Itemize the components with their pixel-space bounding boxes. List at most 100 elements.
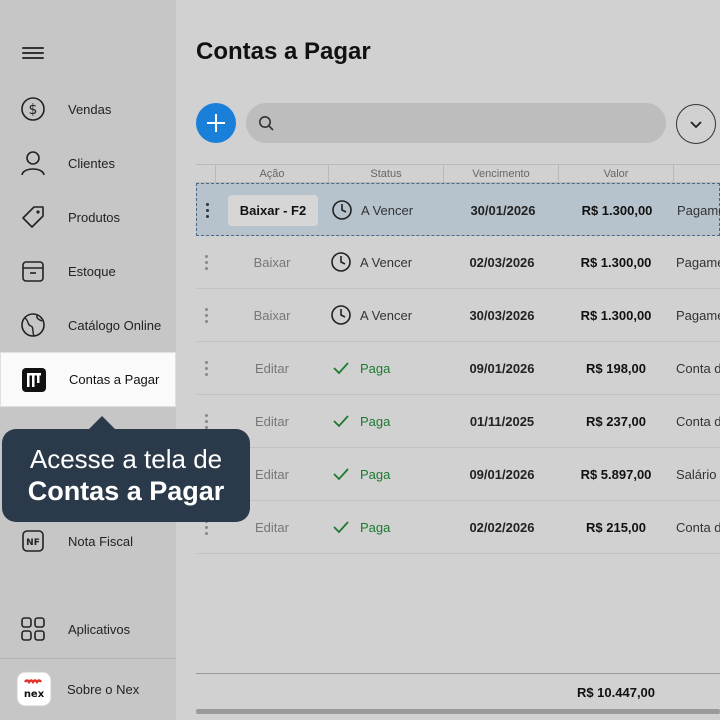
due-date: 30/03/2026 — [469, 307, 535, 323]
due-date: 01/11/2025 — [469, 413, 535, 429]
description: Conta d — [676, 519, 720, 535]
row-action-button[interactable]: Editar — [255, 414, 289, 429]
status-text: A Vencer — [361, 202, 414, 218]
amount: R$ 1.300,00 — [580, 254, 652, 270]
due-date: 02/02/2026 — [469, 519, 535, 535]
table-row[interactable]: Baixar - F2 A Vencer 30/01/2026 R$ 1.300,00… — [196, 183, 720, 236]
sidebar-item-sobre-o-nex[interactable]: nex Sobre o Nex — [0, 662, 176, 716]
column-header-vencimento[interactable]: Vencimento — [443, 165, 558, 183]
due-date: 09/01/2026 — [469, 466, 535, 482]
sidebar-item-catalogo-online[interactable]: Catálogo Online — [0, 298, 176, 352]
bills-table: Ação Status Vencimento Valor Baixar - F2… — [196, 164, 720, 554]
row-action-button[interactable]: Baixar - F2 — [227, 194, 319, 226]
amount: R$ 198,00 — [586, 360, 646, 376]
sidebar-item-produtos[interactable]: Produtos — [0, 190, 176, 244]
table-row[interactable]: Baixar A Vencer 30/03/2026 R$ 1.300,00 Pagam… — [196, 289, 720, 342]
sidebar-item-label: Aplicativos — [68, 621, 131, 637]
sidebar-item-clientes[interactable]: Clientes — [0, 136, 176, 190]
table-row[interactable]: Editar Paga 09/01/2026 R$ 5.897,00 Salário — [196, 448, 720, 501]
horizontal-scrollbar[interactable] — [196, 709, 720, 714]
description: Pagame — [676, 307, 720, 323]
chevron-down-icon — [690, 121, 702, 129]
status-text: A Vencer — [360, 254, 413, 270]
description: Conta d — [676, 413, 720, 429]
column-header-status[interactable]: Status — [328, 165, 443, 183]
svg-text:$: $ — [29, 102, 38, 118]
row-action-button[interactable]: Editar — [255, 361, 289, 376]
column-header-valor[interactable]: Valor — [558, 165, 673, 183]
onboarding-tooltip: Acesse a tela de Contas a Pagar — [2, 416, 250, 522]
row-menu-icon[interactable] — [202, 236, 210, 288]
nex-logo: nex — [16, 671, 52, 707]
due-date: 30/01/2026 — [470, 202, 536, 218]
tag-icon — [20, 204, 46, 230]
status-text: Paga — [360, 413, 391, 429]
column-header-descricao[interactable] — [673, 165, 720, 183]
amount: R$ 237,00 — [586, 413, 646, 429]
status-cell: Paga — [330, 448, 442, 500]
table-row[interactable]: Editar Paga 02/02/2026 R$ 215,00 Conta d — [196, 501, 720, 554]
sidebar-item-nota-fiscal[interactable]: NF Nota Fiscal — [0, 514, 176, 568]
sidebar-item-label: Sobre o Nex — [67, 681, 140, 697]
table-row[interactable]: Editar Paga 09/01/2026 R$ 198,00 Conta d — [196, 342, 720, 395]
sidebar: $ Vendas Clientes Produtos Estoque Catál… — [0, 0, 176, 720]
check-icon — [330, 357, 352, 379]
tooltip-line-1: Acesse a tela de — [29, 444, 223, 474]
row-action-button[interactable]: Editar — [255, 467, 289, 482]
description: Conta d — [676, 360, 720, 376]
due-date: 02/03/2026 — [469, 254, 535, 270]
description: Pagame — [677, 202, 720, 218]
check-icon — [330, 516, 352, 538]
status-cell: A Vencer — [330, 236, 442, 288]
row-menu-icon[interactable] — [202, 342, 210, 394]
status-cell: A Vencer — [331, 184, 443, 236]
sidebar-item-estoque[interactable]: Estoque — [0, 244, 176, 298]
amount: R$ 1.300,00 — [581, 202, 653, 218]
box-icon — [20, 258, 46, 284]
status-text: Paga — [360, 360, 391, 376]
check-icon — [330, 410, 352, 432]
sidebar-item-aplicativos[interactable]: Aplicativos — [0, 602, 176, 656]
svg-text:NF: NF — [26, 538, 40, 548]
table-footer-divider — [196, 673, 720, 674]
search-input[interactable] — [246, 103, 666, 143]
search-icon — [259, 116, 274, 131]
globe-icon — [20, 312, 46, 338]
add-button[interactable] — [196, 103, 236, 143]
table-row[interactable]: Baixar A Vencer 02/03/2026 R$ 1.300,00 Pagam… — [196, 236, 720, 289]
amount: R$ 1.300,00 — [580, 307, 652, 323]
column-header-acao[interactable]: Ação — [215, 165, 328, 183]
row-action-cell: Baixar — [216, 289, 328, 341]
expand-filters-button[interactable] — [676, 104, 716, 144]
sidebar-item-contas-a-pagar[interactable]: Contas a Pagar — [1, 353, 175, 406]
amount: R$ 215,00 — [586, 519, 646, 535]
table-row[interactable]: Editar Paga 01/11/2025 R$ 237,00 Conta d — [196, 395, 720, 448]
status-text: Paga — [360, 519, 391, 535]
total-value: R$ 10.447,00 — [576, 685, 656, 700]
row-action-button[interactable]: Baixar — [254, 255, 291, 270]
user-icon — [20, 150, 46, 176]
plus-icon — [207, 114, 225, 132]
status-cell: Paga — [330, 342, 442, 394]
page-title: Contas a Pagar — [196, 38, 371, 65]
menu-icon[interactable] — [22, 44, 44, 64]
clock-icon — [331, 199, 353, 221]
clock-icon — [330, 304, 352, 326]
sidebar-item-label: Clientes — [68, 155, 115, 171]
sidebar-item-label: Vendas — [68, 101, 112, 117]
nf-icon: NF — [20, 528, 46, 554]
status-cell: A Vencer — [330, 289, 442, 341]
apps-icon — [20, 616, 46, 642]
table-body: Baixar - F2 A Vencer 30/01/2026 R$ 1.300,00… — [196, 183, 720, 554]
due-date: 09/01/2026 — [469, 360, 535, 376]
row-action-button[interactable]: Editar — [255, 520, 289, 535]
bills-icon — [21, 367, 47, 393]
status-text: Paga — [360, 466, 391, 482]
sidebar-item-label: Produtos — [68, 209, 121, 225]
status-text: A Vencer — [360, 307, 413, 323]
sidebar-item-vendas[interactable]: $ Vendas — [0, 82, 176, 136]
row-menu-icon[interactable] — [203, 184, 211, 236]
sidebar-item-label: Estoque — [68, 263, 116, 279]
row-menu-icon[interactable] — [202, 289, 210, 341]
row-action-button[interactable]: Baixar — [254, 308, 291, 323]
